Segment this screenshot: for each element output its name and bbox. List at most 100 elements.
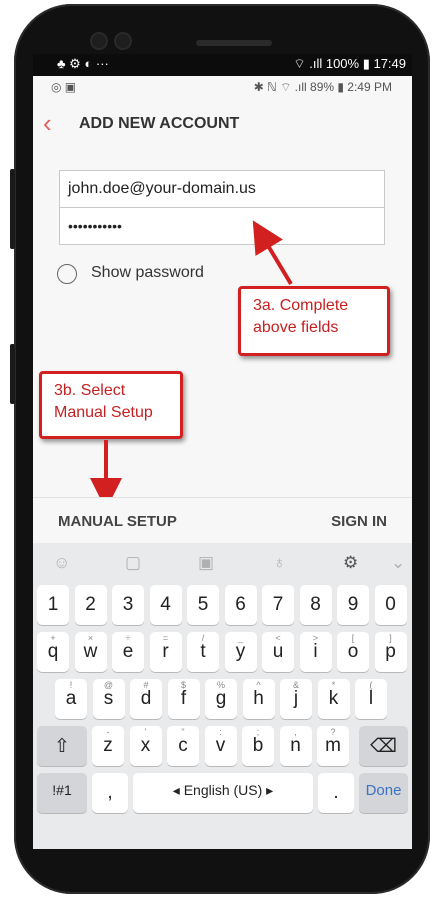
key-label: Done (365, 782, 402, 799)
key-f[interactable]: $ f (167, 679, 200, 719)
key-c[interactable]: " c (167, 726, 199, 766)
key-label: o (347, 641, 359, 662)
key-4[interactable]: 4 (149, 585, 182, 625)
settings-gear-icon[interactable]: ⚙ (343, 553, 358, 573)
key-label: ⌫ (370, 736, 397, 757)
key-m[interactable]: ? m (317, 726, 349, 766)
key-z[interactable]: -z (92, 726, 124, 766)
key-label: m (325, 735, 341, 756)
key-b[interactable]: ; b (242, 726, 274, 766)
done-key[interactable]: Done (359, 773, 408, 813)
key-label: d (140, 688, 152, 709)
password-field[interactable]: ••••••••••• (59, 207, 385, 245)
period-key[interactable]: . (318, 773, 354, 813)
key-h[interactable]: ^ h (242, 679, 275, 719)
sensor-icon (114, 32, 132, 50)
key-label: . (333, 782, 339, 803)
key-label: 2 (85, 594, 96, 615)
key-label: h (253, 688, 264, 709)
key-w[interactable]: × w (74, 632, 107, 672)
show-password-label: Show password (91, 264, 204, 281)
status-bar: ◎ ▣ ✱ ℕ ⌔ .ıll 89% ▮ 2:49 PM (33, 76, 412, 98)
key-v[interactable]: :v (204, 726, 237, 766)
backspace-key-icon[interactable]: ⌫ (359, 726, 408, 766)
key-q[interactable]: + q (37, 632, 69, 672)
key-6[interactable]: 6 (224, 585, 257, 625)
callout-complete-fields: 3a. Complete above fields (238, 286, 390, 356)
screen: ♣ ⚙ ◐ ··· ⌔ .ıll 100% ▮ 17:49 ◎ ▣ ✱ ℕ ⌔ .… (33, 54, 412, 849)
radio-icon[interactable] (57, 264, 77, 284)
outer-status-bar: ♣ ⚙ ◐ ··· ⌔ .ıll 100% ▮ 17:49 (33, 54, 412, 76)
key-label: , (107, 782, 113, 803)
key-label: c (178, 735, 188, 756)
key-label: w (83, 641, 98, 662)
key-2[interactable]: 2 (74, 585, 107, 625)
sticker-icon[interactable]: ▢ (125, 553, 141, 573)
key-label: !#1 (52, 782, 72, 798)
outer-status-right: ⌔ .ıll 100% ▮ 17:49 (293, 56, 406, 71)
callout-complete-line-2: above fields (253, 319, 339, 336)
key-x[interactable]: ' x (129, 726, 162, 766)
key-3[interactable]: 3 (112, 585, 144, 625)
key-8[interactable]: 8 (299, 585, 332, 625)
comma-key[interactable]: , (92, 773, 128, 813)
key-label: i (313, 641, 318, 662)
key-label: ◂ English (US) ▸ (172, 782, 274, 798)
shift-key-icon[interactable]: ⇧ (37, 726, 87, 766)
key-t[interactable]: / t (187, 632, 219, 672)
callout-manual-line-1: 3b. Select (54, 382, 126, 399)
manual-setup-button[interactable]: MANUAL SETUP (58, 513, 177, 530)
callout-manual-line-2: Manual Setup (54, 404, 153, 421)
key-0[interactable]: 0 (374, 585, 407, 625)
emoji-icon[interactable]: ☺ (53, 553, 70, 573)
key-label: x (140, 735, 151, 756)
key-label: ⇧ (54, 736, 70, 757)
key-label: g (215, 688, 227, 709)
key-label: u (272, 641, 284, 662)
sign-in-button[interactable]: SIGN IN (331, 513, 387, 530)
key-p[interactable]: ] p (374, 632, 407, 672)
key-label: p (385, 641, 396, 662)
key-label: y (235, 641, 246, 662)
bixby-button (10, 344, 15, 404)
symbols-key[interactable]: !#1 (37, 773, 87, 813)
key-a[interactable]: ! a (55, 679, 87, 719)
keyboard: ☺ ▢ ▣ ♁ ⚙ ⌄ 1 2 3 4 5 6 7 8 9 0 + q × w ÷ e = r / t _ y < u > i[o… (33, 543, 412, 849)
key-n[interactable]: ,n (279, 726, 312, 766)
key-label: 3 (122, 594, 134, 615)
key-label: 6 (235, 594, 246, 615)
key-label: l (368, 688, 374, 709)
key-label: 8 (310, 594, 321, 615)
status-left-icons: ◎ ▣ (51, 80, 77, 94)
microphone-icon[interactable]: ♁ (273, 553, 286, 573)
key-r[interactable]: = r (149, 632, 182, 672)
key-e[interactable]: ÷ e (112, 632, 144, 672)
chevron-down-icon[interactable]: ⌄ (391, 553, 405, 573)
camera-icon (90, 32, 108, 50)
key-9[interactable]: 9 (337, 585, 369, 625)
key-label: z (103, 735, 113, 756)
callout-manual-setup: 3b. Select Manual Setup (39, 371, 183, 439)
key-y[interactable]: _ y (224, 632, 257, 672)
key-d[interactable]: # d (130, 679, 162, 719)
key-k[interactable]: * k (317, 679, 350, 719)
key-label: j (293, 688, 299, 709)
key-5[interactable]: 5 (187, 585, 219, 625)
email-field[interactable]: john.doe@your-domain.us (59, 170, 385, 208)
back-arrow-icon[interactable]: ‹ (43, 110, 52, 136)
key-label: a (65, 688, 77, 709)
bottom-action-bar: MANUAL SETUP SIGN IN (33, 497, 412, 544)
key-s[interactable]: @ s (92, 679, 125, 719)
key-label: 1 (47, 594, 59, 615)
key-u[interactable]: < u (262, 632, 294, 672)
key-o[interactable]: [o (337, 632, 369, 672)
key-1[interactable]: 1 (37, 585, 69, 625)
key-i[interactable]: > i (299, 632, 332, 672)
key-l[interactable]: (l (355, 679, 387, 719)
key-j[interactable]: & j (280, 679, 312, 719)
space-key[interactable]: ◂ English (US) ▸ (133, 773, 313, 813)
app-bar: ‹ ADD NEW ACCOUNT (33, 98, 412, 154)
key-7[interactable]: 7 (262, 585, 294, 625)
gif-icon[interactable]: ▣ (198, 553, 214, 573)
key-g[interactable]: % g (205, 679, 237, 719)
